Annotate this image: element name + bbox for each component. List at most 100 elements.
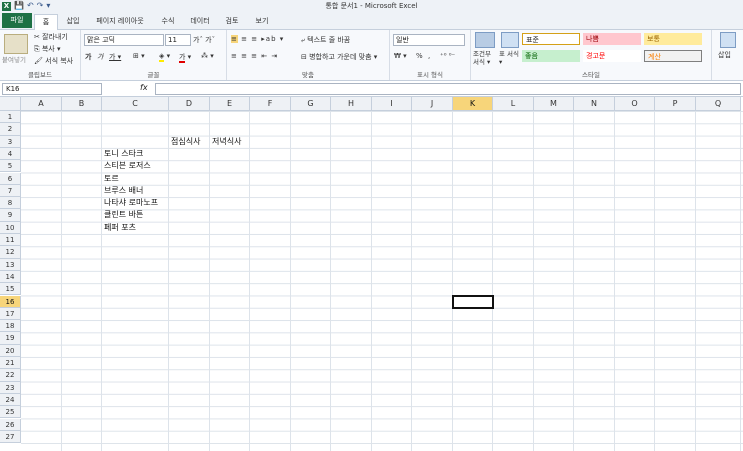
cell-C5[interactable]: 스티븐 로저스 <box>104 160 151 172</box>
row-header-10[interactable]: 10 <box>0 221 21 234</box>
currency-button[interactable]: ₩ ▾ <box>394 52 407 60</box>
tab-home[interactable]: 홈 <box>34 14 58 31</box>
paste-button[interactable]: 붙여넣기 <box>2 54 26 64</box>
style-bad[interactable]: 나쁨 <box>583 33 641 45</box>
column-header-G[interactable]: G <box>291 97 331 111</box>
tab-page-layout[interactable]: 페이지 레이아웃 <box>90 14 150 28</box>
paste-icon[interactable] <box>4 34 28 54</box>
row-header-1[interactable]: 1 <box>0 111 21 124</box>
row-header-18[interactable]: 18 <box>0 320 21 333</box>
cell-C9[interactable]: 클린트 바튼 <box>104 209 143 221</box>
style-normal[interactable]: 표준 <box>522 33 580 45</box>
column-header-K[interactable]: K <box>453 97 493 111</box>
column-header-Q[interactable]: Q <box>696 97 741 111</box>
tab-data[interactable]: 데이터 <box>186 14 214 28</box>
row-header-9[interactable]: 9 <box>0 209 21 222</box>
cell-C4[interactable]: 토니 스타크 <box>104 148 143 160</box>
cell-C10[interactable]: 페퍼 포츠 <box>104 222 136 234</box>
column-header-L[interactable]: L <box>493 97 534 111</box>
font-color-icon[interactable]: 가 ▾ <box>179 52 191 63</box>
underline-button[interactable]: 가 ▾ <box>109 52 121 62</box>
row-header-23[interactable]: 23 <box>0 381 21 394</box>
number-format-select[interactable]: 일반 <box>393 34 465 46</box>
comma-button[interactable]: , <box>428 52 430 60</box>
cut-button[interactable]: ✂ 잘라내기 <box>34 32 68 42</box>
font-name-select[interactable]: 맑은 고딕 <box>84 34 164 46</box>
phonetic-icon[interactable]: ⁂ ▾ <box>201 52 214 60</box>
column-header-I[interactable]: I <box>372 97 412 111</box>
horizontal-align-icons[interactable]: ≡ ≡ ≡ ⇤ ⇥ <box>231 52 278 60</box>
row-header-14[interactable]: 14 <box>0 270 21 284</box>
style-calculation[interactable]: 계산 <box>644 50 702 62</box>
row-header-21[interactable]: 21 <box>0 357 21 370</box>
row-header-7[interactable]: 7 <box>0 184 21 198</box>
select-all-corner[interactable] <box>0 97 21 111</box>
row-header-20[interactable]: 20 <box>0 344 21 357</box>
style-good[interactable]: 좋음 <box>522 50 580 62</box>
name-box[interactable]: K16 <box>2 83 102 95</box>
fx-icon[interactable]: fx <box>140 83 148 92</box>
tab-insert[interactable]: 삽입 <box>60 14 86 28</box>
row-header-19[interactable]: 19 <box>0 332 21 345</box>
column-header-O[interactable]: O <box>615 97 655 111</box>
tab-view[interactable]: 보기 <box>250 14 274 28</box>
row-header-5[interactable]: 5 <box>0 160 21 173</box>
insert-cells-button[interactable]: 삽입 <box>718 50 731 60</box>
vertical-align-icons[interactable]: ≡ ≡ ≡ ▸ab ▾ <box>231 35 284 43</box>
cell-C6[interactable]: 토르 <box>104 173 119 185</box>
row-header-16[interactable]: 16 <box>0 295 21 308</box>
style-neutral[interactable]: 보통 <box>644 33 702 45</box>
row-header-3[interactable]: 3 <box>0 135 21 148</box>
grow-font-icon[interactable]: 가ˆ 가ˇ <box>193 35 215 45</box>
cell-C7[interactable]: 브루스 배너 <box>104 185 143 197</box>
table-format-icon[interactable] <box>501 32 519 48</box>
row-header-27[interactable]: 27 <box>0 430 21 444</box>
border-icon[interactable]: ⊞ ▾ <box>133 52 145 60</box>
insert-cells-icon[interactable] <box>720 32 736 48</box>
tab-file[interactable]: 파일 <box>2 13 32 28</box>
column-header-D[interactable]: D <box>169 97 210 111</box>
row-header-12[interactable]: 12 <box>0 246 21 259</box>
decimal-icons[interactable]: ⁺⁰ ⁰⁻ <box>440 52 455 60</box>
column-header-F[interactable]: F <box>250 97 291 111</box>
column-header-H[interactable]: H <box>331 97 372 111</box>
tab-review[interactable]: 검토 <box>220 14 244 28</box>
column-header-C[interactable]: C <box>102 97 169 111</box>
column-header-M[interactable]: M <box>534 97 574 111</box>
italic-button[interactable]: 가 <box>97 52 103 62</box>
fill-color-icon[interactable]: ◈ ▾ <box>159 52 170 62</box>
column-header-J[interactable]: J <box>412 97 453 111</box>
row-header-26[interactable]: 26 <box>0 418 21 431</box>
column-header-N[interactable]: N <box>574 97 615 111</box>
wrap-text-button[interactable]: ⤶ 텍스트 줄 바꿈 <box>301 35 350 45</box>
row-header-8[interactable]: 8 <box>0 197 21 210</box>
format-painter-button[interactable]: 🖌 서식 복사 <box>34 56 73 66</box>
column-header-P[interactable]: P <box>655 97 696 111</box>
row-header-13[interactable]: 13 <box>0 258 21 271</box>
style-warning[interactable]: 경고문 <box>583 50 641 62</box>
cell-D3[interactable]: 점심식사 <box>171 136 200 148</box>
row-header-2[interactable]: 2 <box>0 123 21 136</box>
tab-formulas[interactable]: 수식 <box>156 14 180 28</box>
row-header-17[interactable]: 17 <box>0 307 21 321</box>
row-header-22[interactable]: 22 <box>0 369 21 382</box>
merge-center-button[interactable]: ⊟ 병합하고 가운데 맞춤 ▾ <box>301 52 377 62</box>
row-header-6[interactable]: 6 <box>0 172 21 185</box>
percent-button[interactable]: % <box>416 52 423 60</box>
row-header-25[interactable]: 25 <box>0 406 21 419</box>
formula-input[interactable] <box>155 83 741 95</box>
conditional-format-button[interactable]: 조건부 서식 ▾ <box>473 50 497 66</box>
row-header-15[interactable]: 15 <box>0 283 21 296</box>
column-header-A[interactable]: A <box>21 97 62 111</box>
column-header-B[interactable]: B <box>62 97 102 111</box>
table-format-button[interactable]: 표 서식 ▾ <box>499 50 519 66</box>
column-header-E[interactable]: E <box>210 97 250 111</box>
bold-button[interactable]: 가 <box>85 52 91 62</box>
copy-button[interactable]: ⎘ 복사 ▾ <box>34 44 60 54</box>
cell-E3[interactable]: 저녁식사 <box>212 136 241 148</box>
row-header-4[interactable]: 4 <box>0 147 21 161</box>
conditional-format-icon[interactable] <box>475 32 495 48</box>
cell-C8[interactable]: 나타샤 로마노프 <box>104 197 158 209</box>
row-header-24[interactable]: 24 <box>0 393 21 407</box>
font-size-select[interactable]: 11 <box>165 34 191 46</box>
